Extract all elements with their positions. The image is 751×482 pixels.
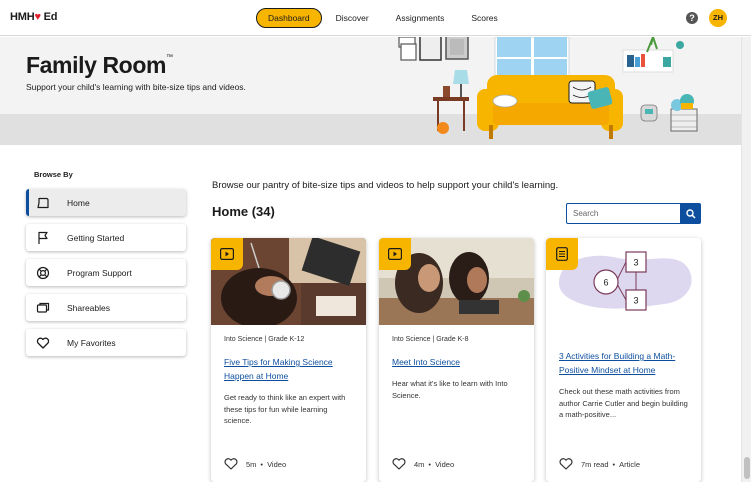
card-description: Hear what it's like to learn with Into S… [392, 379, 508, 400]
sidebar-item-label: Program Support [67, 267, 132, 278]
card-type: Video [267, 459, 287, 469]
card-type: Article [619, 459, 640, 469]
main-nav: Dashboard Discover Assignments Scores [256, 8, 498, 28]
living-room-illustration [398, 37, 698, 139]
card-title-link[interactable]: Five Tips for Making Science Happen at H… [224, 355, 354, 383]
card-meta: Into Science | Grade K-12 [224, 336, 305, 343]
sidebar-item-my-favorites[interactable]: My Favorites [26, 329, 186, 356]
article-icon [546, 238, 578, 270]
browse-by-heading: Browse By [34, 170, 73, 179]
content-card[interactable]: 6 3 3 3 Activities for Building a Math-P… [546, 238, 701, 482]
favorite-heart-icon[interactable] [224, 458, 238, 470]
nav-dashboard[interactable]: Dashboard [256, 8, 322, 28]
card-type: Video [435, 459, 455, 469]
card-title-link[interactable]: 3 Activities for Building a Math-Positiv… [559, 349, 689, 377]
page-scrollbar[interactable] [741, 37, 751, 482]
content-card[interactable]: Into Science | Grade K-12 Five Tips for … [211, 238, 366, 482]
favorite-heart-icon[interactable] [559, 458, 573, 470]
card-footer: 4m • Video [392, 457, 454, 471]
home-icon [36, 196, 50, 210]
card-meta: Into Science | Grade K-8 [392, 336, 469, 343]
search-icon [685, 208, 696, 219]
bullet-separator: • [612, 459, 616, 469]
card-description: Check out these math activities from aut… [559, 387, 688, 419]
hmh-ed-logo[interactable]: HMH♥ Ed [10, 11, 58, 23]
sidebar-item-label: My Favorites [67, 337, 116, 348]
play-icon [379, 238, 411, 270]
card-title-link[interactable]: Meet Into Science [392, 355, 522, 369]
lifebuoy-icon [36, 266, 50, 280]
scrollbar-thumb[interactable] [744, 457, 750, 479]
sidebar-item-program-support[interactable]: Program Support [26, 259, 186, 286]
sidebar-item-shareables[interactable]: Shareables [26, 294, 186, 321]
user-avatar[interactable]: ZH [709, 9, 727, 27]
diagram-center-value: 6 [603, 278, 608, 288]
sidebar-item-label: Home [67, 197, 90, 208]
card-duration: 5m [246, 459, 257, 469]
top-navigation-bar: HMH♥ Ed Dashboard Discover Assignments S… [0, 0, 751, 36]
diagram-top-value: 3 [633, 258, 638, 268]
search-input[interactable] [566, 203, 680, 224]
search-button[interactable] [680, 203, 701, 224]
section-heading: Home (34) [212, 204, 275, 219]
card-description: Get ready to think like an expert with t… [224, 393, 346, 425]
diagram-bottom-value: 3 [633, 296, 638, 306]
intro-text: Browse our pantry of bite-size tips and … [212, 180, 559, 191]
flag-icon [36, 231, 50, 245]
card-duration: 7m read [581, 459, 609, 469]
heart-icon [36, 336, 50, 350]
sidebar-item-home[interactable]: Home [26, 189, 186, 216]
nav-assignments[interactable]: Assignments [396, 13, 445, 23]
logo-mark-icon: ♥ [34, 11, 41, 23]
nav-scores[interactable]: Scores [471, 13, 497, 23]
share-screen-icon [36, 301, 50, 315]
page-subtitle: Support your child's learning with bite-… [26, 82, 246, 92]
card-footer: 7m read • Article [559, 457, 640, 471]
card-duration: 4m [414, 459, 425, 469]
nav-discover[interactable]: Discover [336, 13, 369, 23]
hero-banner: Family Room™ Support your child's learni… [0, 37, 741, 145]
bullet-separator: • [260, 459, 264, 469]
favorite-heart-icon[interactable] [392, 458, 406, 470]
play-icon [211, 238, 243, 270]
sidebar-item-label: Getting Started [67, 232, 125, 243]
question-circle-icon[interactable]: ? [686, 12, 698, 24]
sidebar-item-label: Shareables [67, 302, 111, 313]
card-footer: 5m • Video [224, 457, 286, 471]
sidebar-item-getting-started[interactable]: Getting Started [26, 224, 186, 251]
content-card[interactable]: Into Science | Grade K-8 Meet Into Scien… [379, 238, 534, 482]
bullet-separator: • [428, 459, 432, 469]
page-title: Family Room™ [26, 52, 173, 78]
